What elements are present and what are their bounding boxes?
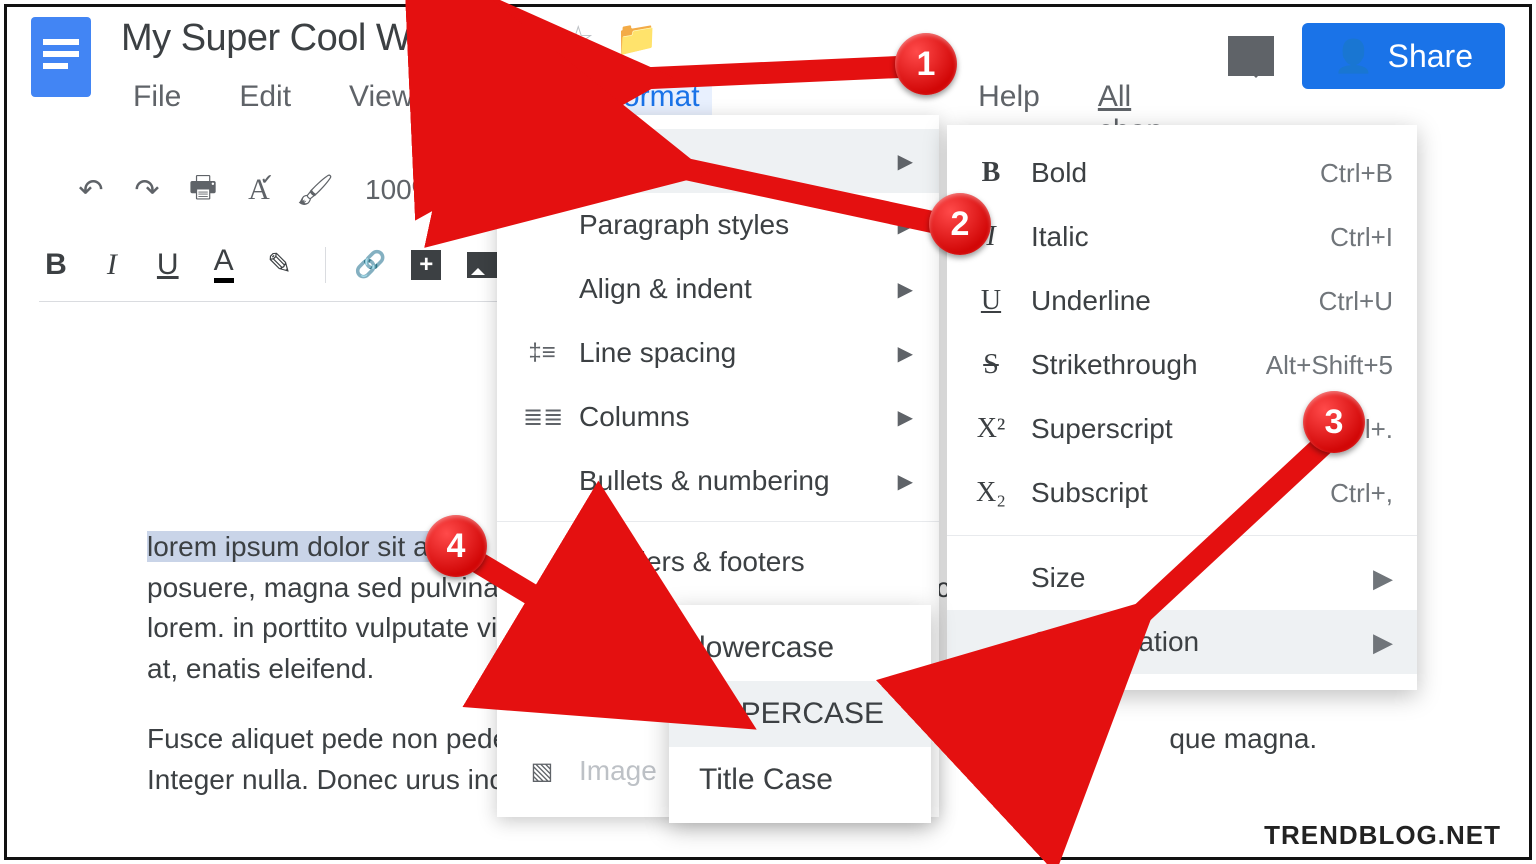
- menu-view[interactable]: View: [337, 74, 425, 154]
- underline-icon: U: [971, 285, 1011, 317]
- share-label: Share: [1388, 38, 1473, 75]
- format-align-indent[interactable]: Align & indent▶: [497, 257, 939, 321]
- add-comment-icon[interactable]: +: [409, 250, 443, 280]
- strikethrough-icon: S: [971, 349, 1011, 381]
- menu-edit[interactable]: Edit: [227, 74, 303, 154]
- bold-icon: B: [971, 157, 1011, 189]
- comments-icon[interactable]: [1228, 36, 1274, 76]
- toolbar-text: B I U A ✎ +: [39, 236, 499, 302]
- line-spacing-icon: ‡≡: [523, 339, 561, 367]
- text-color-icon[interactable]: A: [207, 246, 241, 283]
- underline-icon[interactable]: U: [151, 248, 185, 282]
- text-bold[interactable]: B Bold Ctrl+B: [947, 141, 1417, 205]
- annotation-badge-4: 4: [425, 515, 487, 577]
- text-italic[interactable]: I Italic Ctrl+I: [947, 205, 1417, 269]
- selected-text: lorem ipsum dolor sit a: [147, 531, 429, 562]
- share-icon: 👤: [1334, 37, 1374, 75]
- text-underline[interactable]: U Underline Ctrl+U: [947, 269, 1417, 333]
- insert-image-icon[interactable]: [465, 252, 499, 278]
- zoom-selector[interactable]: 100% ▼: [365, 174, 462, 206]
- spellcheck-icon[interactable]: A✔: [241, 172, 277, 208]
- print-icon[interactable]: 🖶: [185, 172, 221, 208]
- text-strikethrough[interactable]: S Strikethrough Alt+Shift+5: [947, 333, 1417, 397]
- cap-titlecase[interactable]: Title Case: [669, 747, 931, 813]
- link-icon[interactable]: [353, 249, 387, 280]
- watermark: TRENDBLOG.NET: [1264, 820, 1501, 851]
- menu-file[interactable]: File: [121, 74, 193, 154]
- annotation-badge-2: 2: [929, 193, 991, 255]
- paint-format-icon[interactable]: 🖌: [297, 172, 333, 208]
- format-line-spacing[interactable]: ‡≡Line spacing▶: [497, 321, 939, 385]
- menu-separator: [497, 521, 939, 522]
- format-bullets-numbering[interactable]: Bullets & numbering▶: [497, 449, 939, 513]
- annotation-arrow-4: [459, 547, 759, 742]
- image-icon: ▧: [523, 757, 561, 786]
- undo-icon[interactable]: ↶: [73, 172, 109, 208]
- italic-icon[interactable]: I: [95, 248, 129, 282]
- header-right: 👤 Share: [1228, 23, 1505, 89]
- annotation-arrow-1: [599, 49, 909, 114]
- redo-icon[interactable]: ↷: [129, 172, 165, 208]
- annotation-badge-1: 1: [895, 33, 957, 95]
- annotation-badge-3: 3: [1303, 391, 1365, 453]
- share-button[interactable]: 👤 Share: [1302, 23, 1505, 89]
- bold-icon[interactable]: B: [39, 248, 73, 282]
- highlight-icon[interactable]: ✎: [263, 247, 297, 282]
- superscript-icon: X²: [971, 413, 1011, 445]
- annotation-arrow-2: [637, 147, 957, 252]
- star-icon[interactable]: ☆: [562, 18, 594, 60]
- columns-icon: ≣≣: [523, 403, 561, 432]
- document-title[interactable]: My Super Cool Word Doc: [121, 17, 540, 60]
- format-columns[interactable]: ≣≣Columns▶: [497, 385, 939, 449]
- docs-logo-icon[interactable]: [31, 17, 91, 97]
- app-frame: My Super Cool Word Doc ☆ 📁 File Edit Vie…: [4, 4, 1532, 860]
- subscript-icon: X₂: [971, 477, 1011, 509]
- zoom-value: 100%: [365, 174, 437, 206]
- toolbar-divider: [325, 247, 326, 283]
- annotation-arrow-3: [1097, 437, 1347, 662]
- chevron-down-icon: ▼: [445, 180, 463, 201]
